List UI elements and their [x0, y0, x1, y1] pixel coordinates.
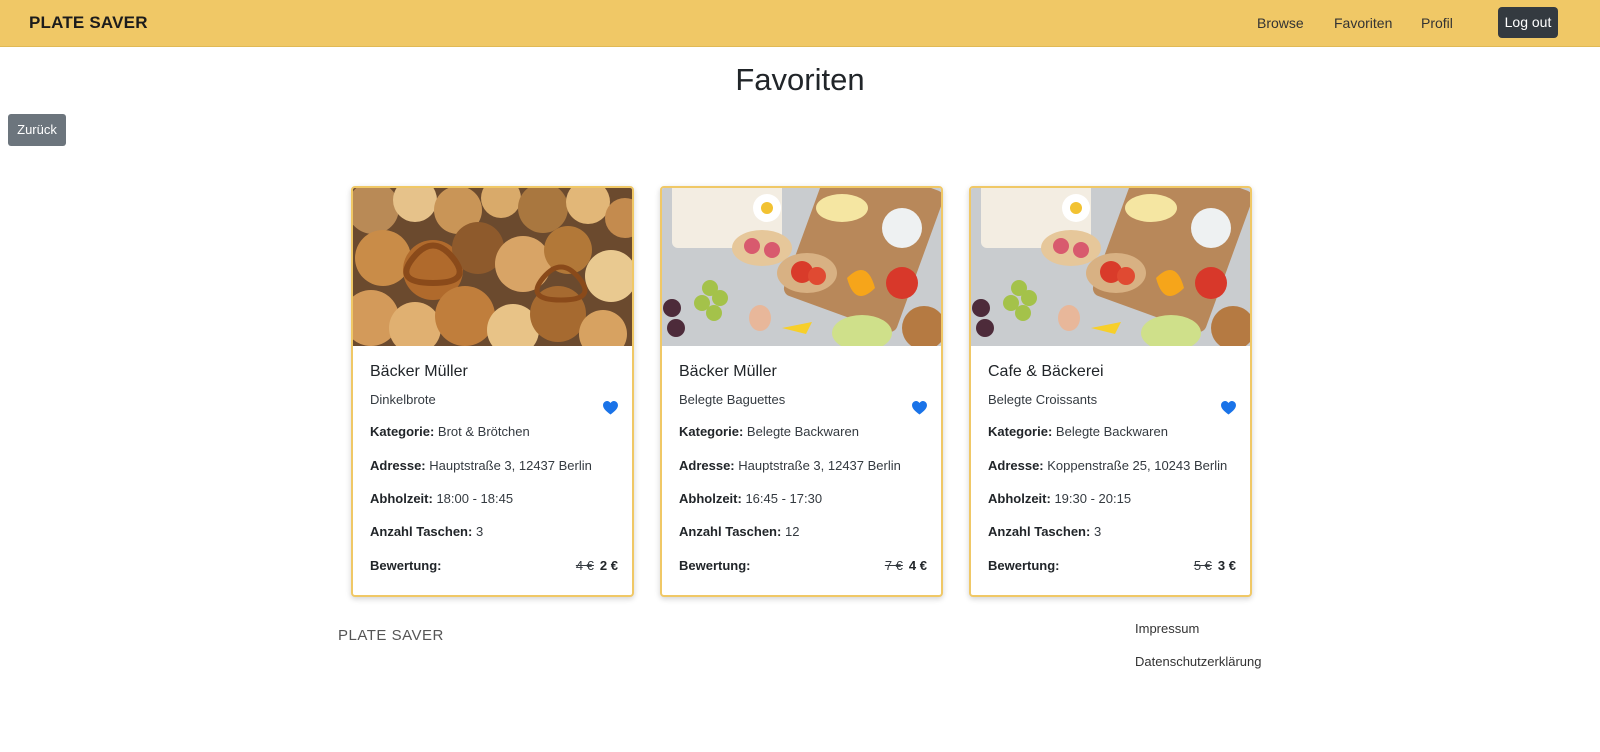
card-title: Bäcker Müller: [679, 363, 777, 380]
category-value: Belegte Backwaren: [746, 424, 859, 439]
address-label: Adresse:: [679, 458, 735, 473]
category-label: Kategorie:: [988, 424, 1053, 439]
new-price: 2 €: [599, 558, 618, 573]
address-label: Adresse:: [370, 458, 426, 473]
card-bag-count: Anzahl Taschen: 12: [679, 524, 799, 539]
rating-label: Bewertung:: [679, 558, 751, 573]
category-value: Belegte Backwaren: [1055, 424, 1168, 439]
old-price: 4 €: [575, 558, 594, 573]
card-bag-count: Anzahl Taschen: 3: [370, 524, 483, 539]
card-address: Adresse: Hauptstraße 3, 12437 Berlin: [370, 458, 592, 473]
card-image-sandwiches: [971, 188, 1250, 346]
card-category: Kategorie: Belegte Backwaren: [679, 424, 859, 439]
pickup-value: 16:45 - 17:30: [745, 491, 823, 506]
page-title: Favoriten: [735, 62, 865, 97]
nav-link-favoriten[interactable]: Favoriten: [1334, 15, 1392, 31]
bag-count-label: Anzahl Taschen:: [988, 524, 1091, 539]
new-price: 3 €: [1217, 558, 1236, 573]
favorite-card[interactable]: Cafe & Bäckerei Belegte Croissants Kateg…: [969, 186, 1252, 597]
card-rating: Bewertung:: [370, 558, 442, 573]
pickup-value: 18:00 - 18:45: [436, 491, 514, 506]
rating-label: Bewertung:: [988, 558, 1060, 573]
old-price: 7 €: [884, 558, 903, 573]
rating-label: Bewertung:: [370, 558, 442, 573]
pickup-label: Abholzeit:: [370, 491, 433, 506]
favorite-card[interactable]: Bäcker Müller Belegte Baguettes Kategori…: [660, 186, 943, 597]
address-value: Hauptstraße 3, 12437 Berlin: [429, 458, 592, 473]
category-label: Kategorie:: [679, 424, 744, 439]
card-pickup-time: Abholzeit: 18:00 - 18:45: [370, 491, 513, 506]
logout-button[interactable]: Log out: [1498, 7, 1558, 38]
footer-link-impressum[interactable]: Impressum: [1135, 621, 1199, 636]
heart-icon[interactable]: [1221, 401, 1236, 415]
pickup-label: Abholzeit:: [679, 491, 742, 506]
card-address: Adresse: Koppenstraße 25, 10243 Berlin: [988, 458, 1227, 473]
card-pickup-time: Abholzeit: 19:30 - 20:15: [988, 491, 1131, 506]
card-category: Kategorie: Brot & Brötchen: [370, 424, 530, 439]
card-category: Kategorie: Belegte Backwaren: [988, 424, 1168, 439]
card-price: 4 € 2 €: [576, 558, 618, 573]
card-price: 5 € 3 €: [1194, 558, 1236, 573]
back-button[interactable]: Zurück: [8, 114, 66, 146]
card-bag-count: Anzahl Taschen: 3: [988, 524, 1101, 539]
brand-logo[interactable]: PLATE SAVER: [29, 13, 148, 33]
bag-count-value: 3: [1093, 524, 1102, 539]
new-price: 4 €: [908, 558, 927, 573]
card-rating: Bewertung:: [679, 558, 751, 573]
address-value: Hauptstraße 3, 12437 Berlin: [738, 458, 901, 473]
old-price: 5 €: [1193, 558, 1212, 573]
card-pickup-time: Abholzeit: 16:45 - 17:30: [679, 491, 822, 506]
bag-count-label: Anzahl Taschen:: [679, 524, 782, 539]
card-image-sandwiches: [662, 188, 941, 346]
category-value: Brot & Brötchen: [437, 424, 530, 439]
address-label: Adresse:: [988, 458, 1044, 473]
pickup-label: Abholzeit:: [988, 491, 1051, 506]
card-title: Bäcker Müller: [370, 363, 468, 380]
favorite-card[interactable]: Bäcker Müller Dinkelbrote Kategorie: Bro…: [351, 186, 634, 597]
card-price: 7 € 4 €: [885, 558, 927, 573]
address-value: Koppenstraße 25, 10243 Berlin: [1047, 458, 1228, 473]
nav-link-profil[interactable]: Profil: [1421, 15, 1453, 31]
category-label: Kategorie:: [370, 424, 435, 439]
card-subtitle: Belegte Baguettes: [679, 392, 786, 407]
card-subtitle: Dinkelbrote: [370, 392, 436, 407]
bag-count-value: 12: [784, 524, 800, 539]
pickup-value: 19:30 - 20:15: [1054, 491, 1132, 506]
card-image-bread: [353, 188, 632, 346]
heart-icon[interactable]: [603, 401, 618, 415]
footer-brand: PLATE SAVER: [338, 627, 444, 644]
card-title: Cafe & Bäckerei: [988, 363, 1104, 380]
footer-link-datenschutz[interactable]: Datenschutzerklärung: [1135, 654, 1261, 669]
card-address: Adresse: Hauptstraße 3, 12437 Berlin: [679, 458, 901, 473]
card-subtitle: Belegte Croissants: [988, 392, 1098, 407]
card-rating: Bewertung:: [988, 558, 1060, 573]
nav-link-browse[interactable]: Browse: [1257, 15, 1304, 31]
heart-icon[interactable]: [912, 401, 927, 415]
navbar: PLATE SAVER Browse Favoriten Profil Log …: [0, 0, 1600, 47]
bag-count-label: Anzahl Taschen:: [370, 524, 473, 539]
bag-count-value: 3: [475, 524, 484, 539]
